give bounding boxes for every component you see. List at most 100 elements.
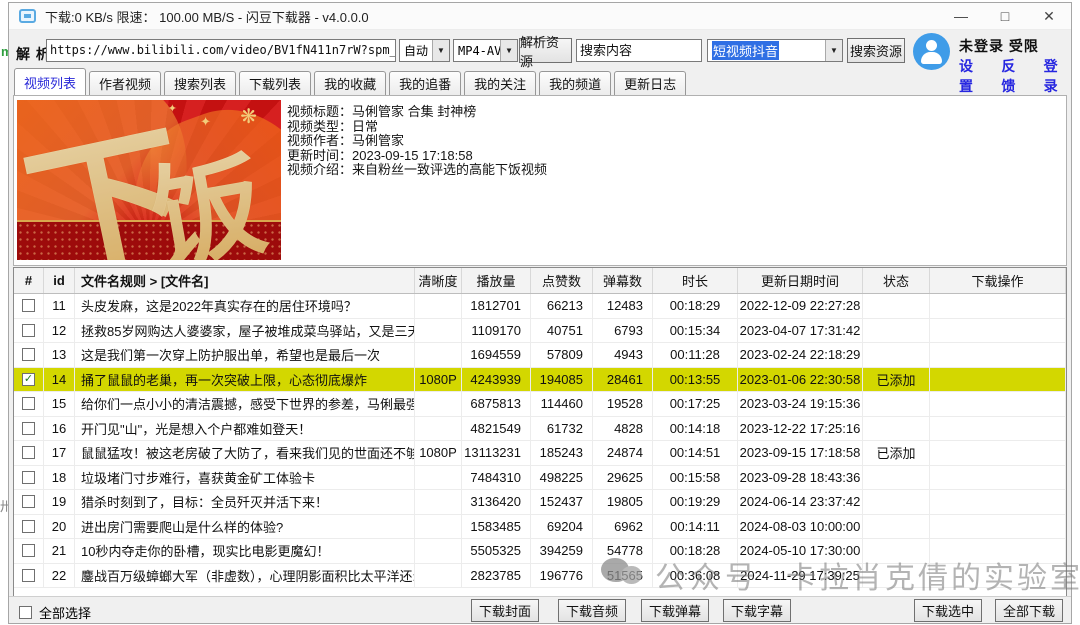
cell-id: 21 (44, 539, 75, 563)
cell-id: 20 (44, 515, 75, 539)
row-checkbox[interactable] (22, 324, 35, 337)
table-row[interactable]: 13这是我们第一次穿上防护服出单，希望也是最后一次169455957809494… (14, 343, 1066, 368)
cell-id: 14 (44, 368, 75, 392)
tab-item[interactable]: 下载列表 (239, 71, 311, 95)
row-checkbox-cell (14, 539, 44, 563)
column-header-status[interactable]: 状态 (863, 268, 930, 293)
cell-name: 猎杀时刻到了，目标：全员歼灭并活下来！ (75, 490, 415, 514)
row-checkbox[interactable] (22, 422, 35, 435)
tab-item[interactable]: 作者视频 (89, 71, 161, 95)
cell-quality (415, 294, 462, 318)
tab-item[interactable]: 搜索列表 (164, 71, 236, 95)
row-checkbox[interactable] (22, 569, 35, 582)
format-select-value: MP4-AVC (454, 40, 500, 61)
table-row[interactable]: 19猎杀时刻到了，目标：全员歼灭并活下来！3136420152437198050… (14, 490, 1066, 515)
url-input[interactable]: https://www.bilibili.com/video/BV1fN411n… (46, 39, 396, 62)
mode-select-value: 自动 (400, 40, 432, 61)
cell-duration: 00:11:28 (653, 343, 738, 367)
column-header-id[interactable]: id (44, 268, 75, 293)
search-input[interactable]: 搜索内容 (576, 39, 702, 62)
column-header-quality[interactable]: 清晰度 (415, 268, 462, 293)
table-row[interactable]: 22鏖战百万级蟑螂大军（非虚数），心理阴影面积比太平洋还:28237851967… (14, 564, 1066, 589)
row-checkbox[interactable] (22, 544, 35, 557)
row-checkbox-cell (14, 490, 44, 514)
download-all-button[interactable]: 全部下载 (995, 599, 1063, 622)
row-checkbox[interactable] (22, 520, 35, 533)
row-checkbox[interactable] (22, 495, 35, 508)
column-header-duration[interactable]: 时长 (653, 268, 738, 293)
download-cover-button[interactable]: 下载封面 (471, 599, 539, 622)
column-header-danmaku[interactable]: 弹幕数 (593, 268, 653, 293)
minimize-button[interactable]: — (939, 3, 983, 29)
download-audio-button[interactable]: 下载音频 (558, 599, 626, 622)
column-header-action[interactable]: 下载操作 (930, 268, 1066, 293)
table-row[interactable]: 18垃圾堵门寸步难行，喜获黄金矿工体验卡74843104982252962500… (14, 466, 1066, 491)
cell-status (863, 466, 930, 490)
column-header-name[interactable]: 文件名规则 > [文件名] (75, 268, 415, 293)
search-resource-button[interactable]: 搜索资源 (847, 38, 905, 63)
cell-quality (415, 564, 462, 588)
table-row[interactable]: 12拯救85岁网购达人婆婆家，屋子被堆成菜鸟驿站，又是三天11091704075… (14, 319, 1066, 344)
chevron-down-icon[interactable]: ▼ (500, 40, 517, 61)
cell-name: 给你们一点小小的清洁震撼，感受下世界的参差，马俐最强- (75, 392, 415, 416)
settings-link[interactable]: 设置 (959, 56, 986, 96)
table-row[interactable]: 17鼠鼠猛攻！被这老房破了大防了，看来我们见的世面还不够!1080P131132… (14, 441, 1066, 466)
format-select[interactable]: MP4-AVC ▼ (453, 39, 518, 62)
cell-name: 捅了鼠鼠的老巢，再一次突破上限，心态彻底爆炸 (75, 368, 415, 392)
tab-item[interactable]: 我的关注 (464, 71, 536, 95)
chevron-down-icon[interactable]: ▼ (432, 40, 449, 61)
column-header-updated[interactable]: 更新日期时间 (738, 268, 863, 293)
cell-updated: 2023-09-28 18:43:36 (738, 466, 863, 490)
download-selected-button[interactable]: 下载选中 (914, 599, 982, 622)
cell-duration: 00:14:18 (653, 417, 738, 441)
table-row[interactable]: 11头皮发麻，这是2022年真实存在的居住环境吗？181270166213124… (14, 294, 1066, 319)
cell-quality (415, 417, 462, 441)
row-checkbox[interactable] (22, 348, 35, 361)
video-info-panel: 下 饭 ❋ ✦ ✦ 视频标题：马俐管家 合集 封神榜视频类型：日常视频作者：马俐… (13, 95, 1067, 266)
cell-status: 已添加 (863, 368, 930, 392)
table-row[interactable]: 20进出房门需要爬山是什么样的体验?158348569204696200:14:… (14, 515, 1066, 540)
login-link[interactable]: 登录 (1044, 56, 1071, 96)
tab-item[interactable]: 视频列表 (14, 68, 86, 95)
close-button[interactable]: ✕ (1027, 3, 1071, 29)
download-danmaku-button[interactable]: 下载弹幕 (641, 599, 709, 622)
row-checkbox[interactable]: ✓ (22, 373, 35, 386)
table-row[interactable]: 2110秒内夺走你的卧槽，现实比电影更魔幻！550532539425954778… (14, 539, 1066, 564)
tab-item[interactable]: 更新日志 (614, 71, 686, 95)
maximize-button[interactable]: □ (983, 3, 1027, 29)
row-checkbox[interactable] (22, 299, 35, 312)
tab-item[interactable]: 我的收藏 (314, 71, 386, 95)
table-row[interactable]: 16开门见"山"，光是想入个户都难如登天！482154961732482800:… (14, 417, 1066, 442)
mode-select[interactable]: 自动 ▼ (399, 39, 450, 62)
column-header-plays[interactable]: 播放量 (462, 268, 531, 293)
column-header-check[interactable]: # (14, 268, 44, 293)
user-avatar[interactable] (913, 33, 950, 70)
row-checkbox-cell: ✓ (14, 368, 44, 392)
cell-likes: 61732 (531, 417, 593, 441)
sparkle-icon: ❋ (240, 104, 257, 129)
chevron-down-icon[interactable]: ▼ (825, 40, 842, 61)
table-row[interactable]: ✓14捅了鼠鼠的老巢，再一次突破上限，心态彻底爆炸1080P4243939194… (14, 368, 1066, 393)
parse-resource-button[interactable]: 解析资源 (519, 38, 572, 63)
sparkle-icon: ✦ (168, 102, 177, 115)
cell-danmaku: 19805 (593, 490, 653, 514)
select-all[interactable]: 全部选择 (19, 603, 91, 622)
tab-item[interactable]: 我的追番 (389, 71, 461, 95)
download-subtitle-button[interactable]: 下载字幕 (723, 599, 791, 622)
video-info-lines: 视频标题：马俐管家 合集 封神榜视频类型：日常视频作者：马俐管家更新时间：202… (287, 105, 547, 178)
video-thumbnail: 下 饭 ❋ ✦ ✦ (17, 100, 281, 260)
feedback-link[interactable]: 反馈 (1001, 56, 1028, 96)
cell-updated: 2024-06-14 23:37:42 (738, 490, 863, 514)
select-all-checkbox[interactable] (19, 606, 32, 619)
cell-updated: 2023-12-22 17:25:16 (738, 417, 863, 441)
column-header-likes[interactable]: 点赞数 (531, 268, 593, 293)
row-checkbox[interactable] (22, 446, 35, 459)
row-checkbox[interactable] (22, 471, 35, 484)
cell-quality (415, 490, 462, 514)
row-checkbox[interactable] (22, 397, 35, 410)
table-row[interactable]: 15给你们一点小小的清洁震撼，感受下世界的参差，马俐最强-68758131144… (14, 392, 1066, 417)
source-select[interactable]: 短视频抖音 ▼ (707, 39, 843, 62)
tab-item[interactable]: 我的频道 (539, 71, 611, 95)
cell-quality (415, 343, 462, 367)
cell-plays: 4821549 (462, 417, 531, 441)
